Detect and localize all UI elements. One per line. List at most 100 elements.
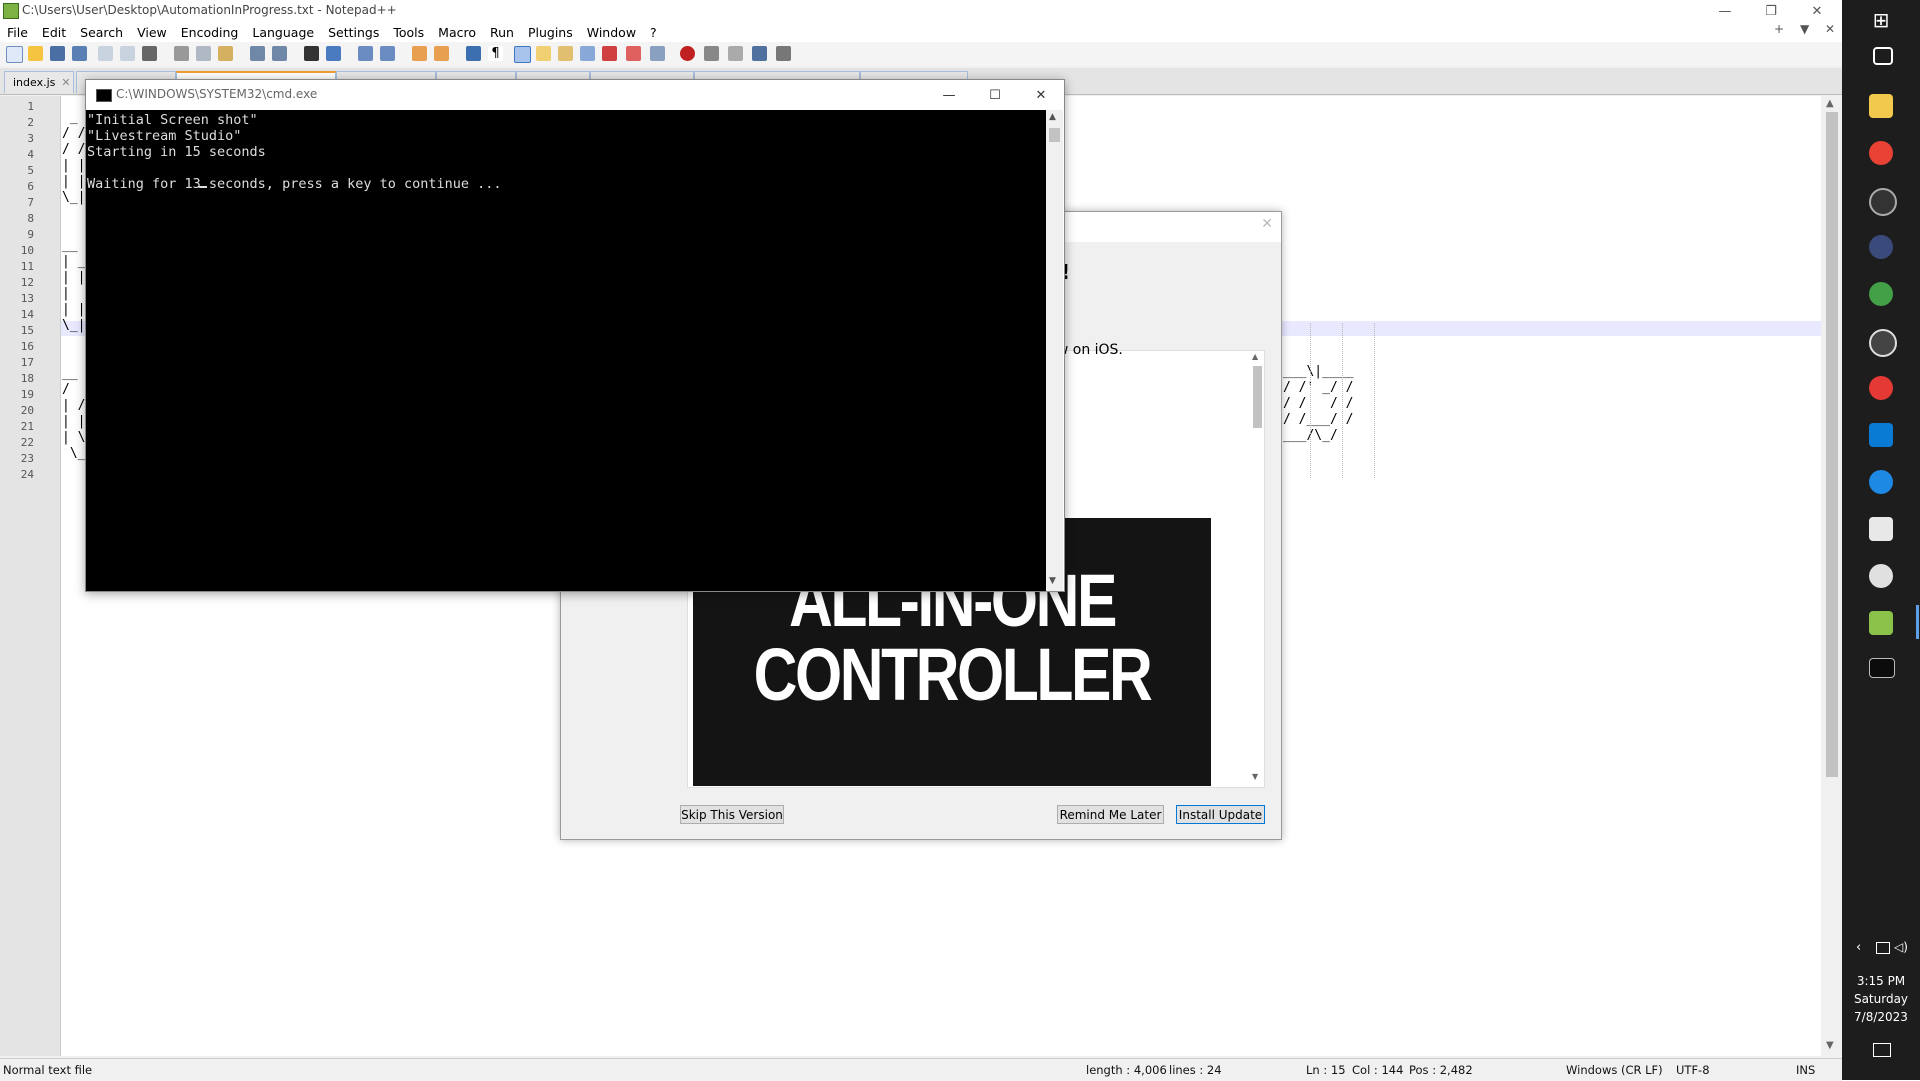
copy-icon[interactable] (196, 46, 211, 61)
tab-list-icon[interactable]: ▼ (1800, 22, 1809, 36)
zoom-in-icon[interactable] (358, 46, 373, 61)
system-clock[interactable]: 3:15 PM Saturday 7/8/2023 (1842, 972, 1920, 1026)
volume-icon[interactable]: ◁) (1894, 940, 1908, 954)
menu-encoding[interactable]: Encoding (174, 25, 246, 40)
scrollbar-thumb[interactable] (1049, 128, 1060, 142)
tab-close-icon[interactable]: ✕ (61, 76, 70, 89)
console-line: Starting in 15 seconds (87, 144, 266, 160)
network-app-icon[interactable] (1869, 329, 1897, 357)
new-tab-icon[interactable]: + (1774, 22, 1784, 36)
scroll-down-icon[interactable]: ▼ (1049, 576, 1056, 586)
task-view-icon[interactable] (1873, 47, 1893, 65)
monitoring-icon[interactable] (626, 46, 641, 61)
vscode-icon[interactable] (1869, 423, 1893, 447)
menu-help[interactable]: ? (643, 25, 664, 40)
minimize-button[interactable]: — (1702, 0, 1748, 22)
upload-app-icon[interactable] (1869, 282, 1893, 306)
tab-index-js[interactable]: index.js ✕ (4, 71, 74, 93)
close-doc-icon[interactable]: ✕ (1825, 22, 1835, 36)
clock-app-icon[interactable] (1869, 564, 1893, 588)
notepad-plusplus-icon[interactable] (1869, 517, 1893, 541)
sync-vertical-icon[interactable] (412, 46, 427, 61)
scrollbar-thumb[interactable] (1826, 112, 1838, 777)
terminal-icon[interactable] (1869, 658, 1895, 678)
run-macro-multiple-icon[interactable] (752, 46, 767, 61)
menu-language[interactable]: Language (245, 25, 321, 40)
menu-tools[interactable]: Tools (386, 25, 431, 40)
close-file-icon[interactable] (98, 46, 113, 61)
console-output[interactable]: "Initial Screen shot" "Livestream Studio"… (86, 110, 1046, 591)
install-update-button[interactable]: Install Update (1176, 805, 1265, 824)
calculator-icon[interactable] (1869, 235, 1893, 259)
obs-icon[interactable] (1869, 188, 1897, 216)
scrollbar-thumb[interactable] (1253, 366, 1262, 428)
window-title: C:\Users\User\Desktop\AutomationInProgre… (22, 3, 397, 17)
network-icon[interactable] (1876, 942, 1890, 954)
function-list-icon[interactable] (580, 46, 595, 61)
redo-icon[interactable] (272, 46, 287, 61)
clock-time: 3:15 PM (1856, 974, 1906, 988)
scroll-up-icon[interactable]: ▲ (1049, 112, 1056, 122)
folder-workspace-icon[interactable] (602, 46, 617, 61)
doc-map-icon[interactable] (558, 46, 573, 61)
scroll-up-icon[interactable]: ▲ (1252, 352, 1258, 361)
paste-icon[interactable] (218, 46, 233, 61)
scroll-up-icon[interactable]: ▲ (1826, 98, 1834, 109)
restore-button[interactable]: ❐ (1748, 0, 1794, 22)
replace-icon[interactable] (326, 46, 341, 61)
save-icon[interactable] (50, 46, 65, 61)
word-wrap-icon[interactable] (466, 46, 481, 61)
close-button[interactable]: ✕ (1794, 0, 1840, 22)
print-icon[interactable] (142, 46, 157, 61)
cmd-close-button[interactable]: ✕ (1018, 84, 1064, 106)
menu-view[interactable]: View (130, 25, 174, 40)
console-line: Waiting for 13 seconds, press a key to c… (87, 176, 502, 192)
menu-run[interactable]: Run (483, 25, 521, 40)
file-explorer-icon[interactable] (1869, 94, 1893, 118)
show-hidden-icons-icon[interactable]: ‹ (1856, 940, 1861, 955)
notification-center-icon[interactable] (1873, 1043, 1891, 1057)
excel-sheet-icon[interactable] (1869, 611, 1893, 635)
menu-settings[interactable]: Settings (321, 25, 386, 40)
open-file-icon[interactable] (28, 46, 43, 61)
release-notes-scrollbar[interactable]: ▲ ▼ (1251, 352, 1263, 784)
zoom-out-icon[interactable] (380, 46, 395, 61)
indent-guide-icon[interactable] (514, 46, 531, 63)
docker-icon[interactable] (1869, 470, 1893, 494)
udl-icon[interactable] (536, 46, 551, 61)
cut-icon[interactable] (174, 46, 189, 61)
scroll-down-icon[interactable]: ▼ (1826, 1040, 1834, 1051)
play-macro-icon[interactable] (728, 46, 743, 61)
status-encoding[interactable]: UTF-8 (1676, 1063, 1710, 1077)
promo-line: CONTROLLER (753, 633, 1153, 716)
menu-plugins[interactable]: Plugins (521, 25, 580, 40)
record-macro-icon[interactable] (680, 46, 695, 61)
cmd-maximize-button[interactable]: ☐ (972, 84, 1018, 106)
status-eol[interactable]: Windows (CR LF) (1566, 1063, 1663, 1077)
scroll-down-icon[interactable]: ▼ (1252, 772, 1258, 781)
find-icon[interactable] (304, 46, 319, 61)
undo-icon[interactable] (250, 46, 265, 61)
menu-file[interactable]: File (0, 25, 35, 40)
show-all-chars-icon[interactable]: ¶ (488, 46, 503, 61)
windows-start-icon[interactable]: ⊞ (1869, 8, 1893, 32)
menu-window[interactable]: Window (580, 25, 643, 40)
close-all-icon[interactable] (120, 46, 135, 61)
record-app-icon[interactable] (1869, 376, 1893, 400)
save-all-icon[interactable] (72, 46, 87, 61)
new-file-icon[interactable] (6, 46, 23, 63)
sync-horizontal-icon[interactable] (434, 46, 449, 61)
skip-version-button[interactable]: Skip This Version (680, 805, 784, 824)
notepad-plusplus-icon (3, 3, 19, 19)
menu-macro[interactable]: Macro (431, 25, 483, 40)
save-macro-icon[interactable] (776, 46, 791, 61)
chrome-icon[interactable] (1869, 141, 1893, 165)
menu-edit[interactable]: Edit (35, 25, 73, 40)
remind-later-button[interactable]: Remind Me Later (1057, 805, 1164, 824)
preview-icon[interactable] (650, 46, 665, 61)
cmd-scrollbar[interactable]: ▲ ▼ (1046, 110, 1063, 591)
cmd-minimize-button[interactable]: — (926, 84, 972, 106)
stop-macro-icon[interactable] (704, 46, 719, 61)
dialog-close-button[interactable]: ✕ (1261, 216, 1273, 232)
menu-search[interactable]: Search (73, 25, 130, 40)
